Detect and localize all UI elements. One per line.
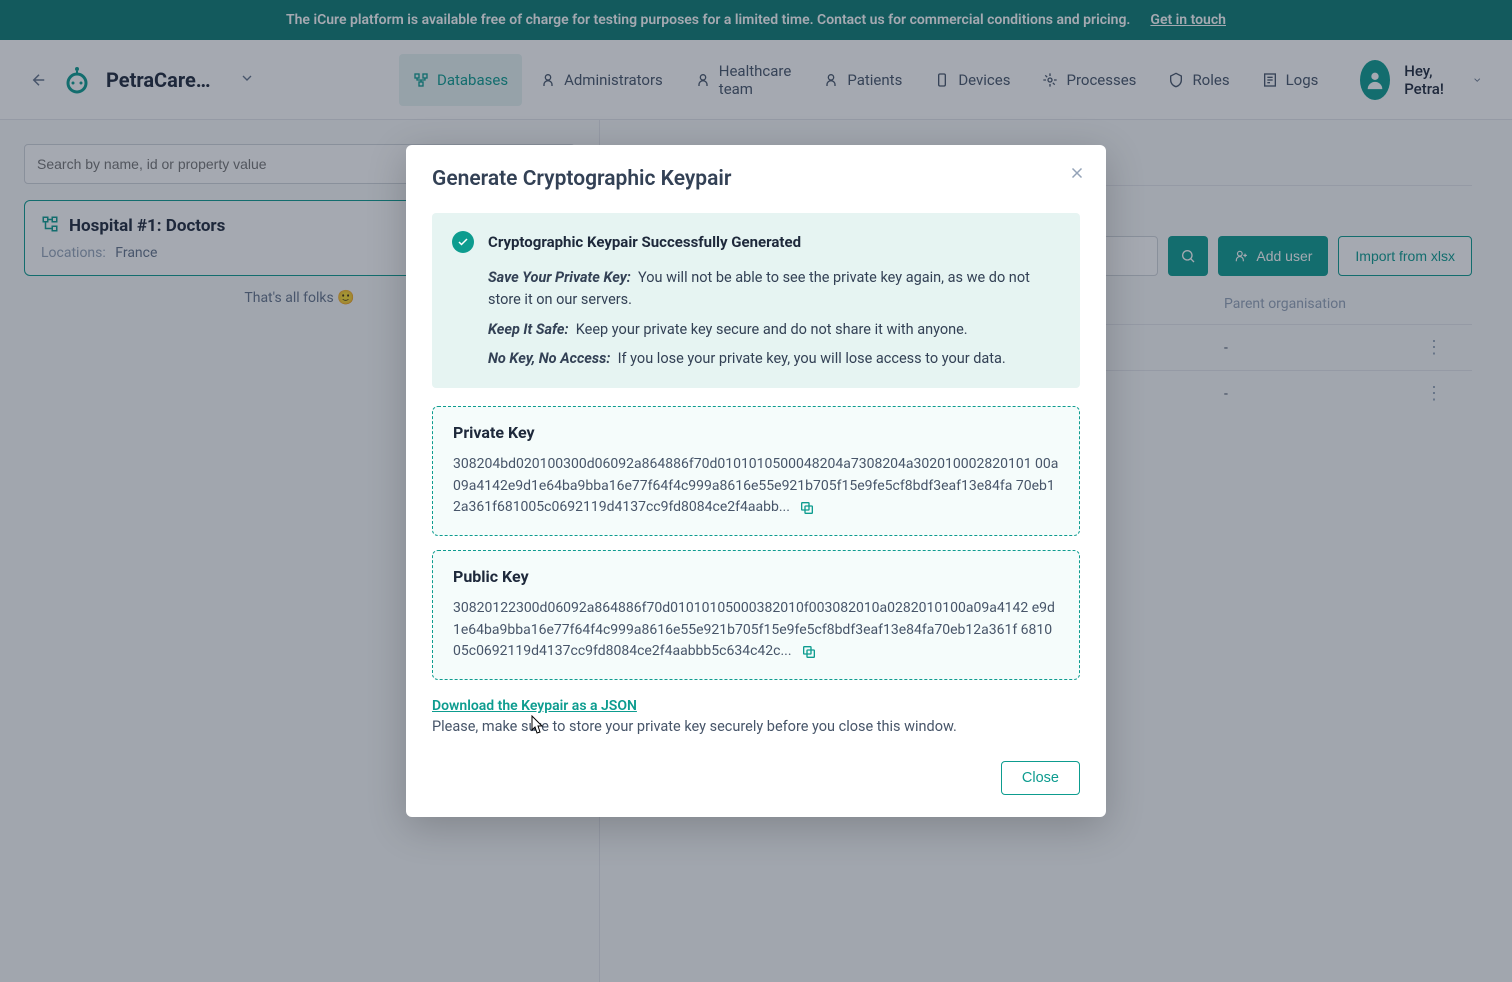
success-title: Cryptographic Keypair Successfully Gener… [488, 233, 801, 251]
keyline-3: No Key, No Access: If you lose your priv… [488, 348, 1060, 370]
store-warning: Please, make sure to store your private … [432, 718, 1080, 735]
modal-title: Generate Cryptographic Keypair [432, 167, 1080, 191]
modal-overlay: Generate Cryptographic Keypair Cryptogra… [0, 0, 1512, 982]
keyline-1: Save Your Private Key: You will not be a… [488, 267, 1060, 311]
private-key-value: 308204bd020100300d06092a864886f70d010101… [453, 454, 1059, 519]
download-keypair-link[interactable]: Download the Keypair as a JSON [432, 698, 1080, 714]
copy-icon [801, 644, 817, 660]
keyline-2: Keep It Safe: Keep your private key secu… [488, 319, 1060, 341]
private-key-label: Private Key [453, 423, 1059, 442]
copy-icon [799, 500, 815, 516]
modal-close-button[interactable] [1068, 163, 1086, 187]
close-icon [1068, 164, 1086, 182]
success-box: Cryptographic Keypair Successfully Gener… [432, 213, 1080, 388]
public-key-value: 30820122300d06092a864886f70d010101050003… [453, 598, 1059, 663]
private-key-box: Private Key 308204bd020100300d06092a8648… [432, 406, 1080, 536]
public-key-label: Public Key [453, 567, 1059, 586]
copy-private-key-button[interactable] [799, 500, 815, 516]
close-button[interactable]: Close [1001, 761, 1080, 795]
public-key-box: Public Key 30820122300d06092a864886f70d0… [432, 550, 1080, 680]
keypair-modal: Generate Cryptographic Keypair Cryptogra… [406, 145, 1106, 817]
copy-public-key-button[interactable] [801, 644, 817, 660]
check-icon [452, 231, 474, 253]
